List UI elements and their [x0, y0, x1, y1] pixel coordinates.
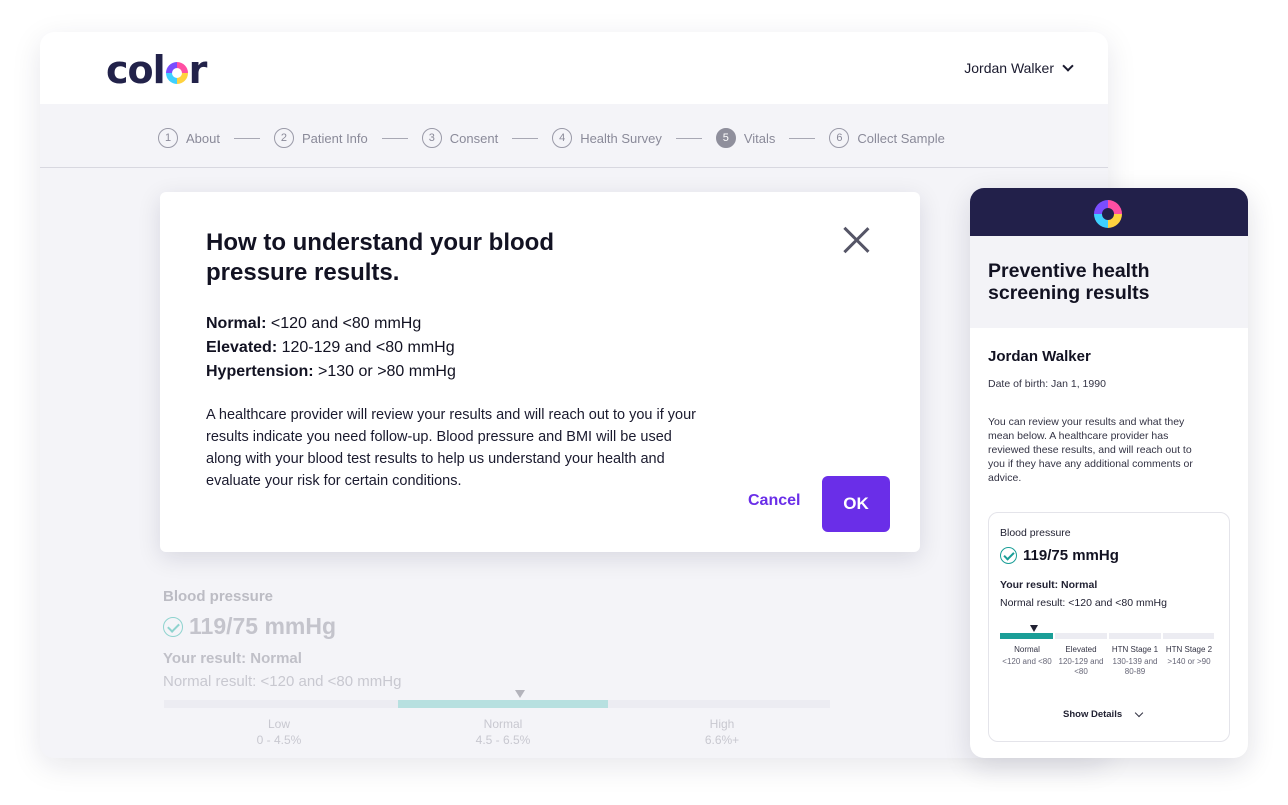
- range-hypertension: Hypertension: >130 or >80 mmHg: [206, 363, 456, 380]
- result-marker-icon: [515, 690, 525, 698]
- color-logo[interactable]: col r: [106, 48, 207, 92]
- step-vitals[interactable]: 5 Vitals: [715, 128, 776, 148]
- result-marker-icon: [1030, 625, 1038, 632]
- mobile-header: [970, 188, 1248, 236]
- step-label: Collect Sample: [857, 130, 945, 146]
- user-name: Jordan Walker: [964, 60, 1054, 76]
- mobile-title-section: Preventive health screening results: [970, 236, 1248, 328]
- results-intro: You can review your results and what the…: [988, 416, 1193, 484]
- card-label: Blood pressure: [1000, 527, 1071, 539]
- step-separator: [381, 137, 408, 139]
- category-htn-stage-2: HTN Stage 2 >140 or >90: [1165, 645, 1213, 666]
- range-fill-normal: [1000, 633, 1054, 639]
- patient-dob: Date of birth: Jan 1, 1990: [988, 378, 1106, 390]
- user-menu[interactable]: Jordan Walker: [964, 60, 1074, 76]
- bp-ranges: Normal: <120 and <80 mmHg Elevated: 120-…: [206, 312, 456, 384]
- info-modal: How to understand your blood pressure re…: [160, 192, 920, 552]
- step-number: 3: [421, 128, 442, 148]
- step-separator: [675, 137, 702, 139]
- step-separator: [512, 137, 539, 139]
- card-result-status: Your result: Normal: [1000, 579, 1098, 591]
- close-icon[interactable]: [842, 226, 870, 254]
- color-logo-icon[interactable]: [1094, 200, 1122, 228]
- bp-result-card: Blood pressure 119/75 mmHg Your result: …: [988, 512, 1230, 742]
- scale-normal: Normal 4.5 - 6.5%: [475, 717, 531, 747]
- result-value: 119/75 mmHg: [163, 613, 401, 640]
- step-label: Health Survey: [580, 130, 662, 146]
- step-number: 1: [158, 128, 178, 148]
- progress-stepper: 1 About 2 Patient Info 3 Consent 4 Healt…: [158, 128, 945, 148]
- range-tick: [1053, 633, 1055, 639]
- range-segment-normal: [398, 700, 608, 708]
- step-consent[interactable]: 3 Consent: [421, 128, 499, 148]
- step-label: Vitals: [743, 130, 776, 146]
- category-htn-stage-1: HTN Stage 1 130-139 and 80-89: [1111, 645, 1159, 676]
- scale-high: High 6.6%+: [704, 717, 740, 747]
- background-result: Blood pressure 119/75 mmHg Your result: …: [163, 588, 401, 690]
- check-circle-icon: [1000, 547, 1017, 564]
- logo-ring-icon: [165, 62, 188, 84]
- cancel-button[interactable]: Cancel: [748, 492, 800, 510]
- chevron-down-icon: [1134, 708, 1144, 717]
- card-normal-range: Normal result: <120 and <80 mmHg: [1000, 597, 1167, 609]
- step-label: Patient Info: [301, 130, 368, 146]
- stepper-divider: [40, 167, 1108, 168]
- step-label: Consent: [449, 130, 499, 146]
- mobile-title: Preventive health screening results: [988, 260, 1150, 304]
- step-patient-info[interactable]: 2 Patient Info: [273, 128, 368, 148]
- modal-description: A healthcare provider will review your r…: [206, 407, 697, 489]
- category-normal: Normal <120 and <80: [1002, 645, 1052, 666]
- range-bar: [164, 690, 830, 708]
- category-elevated: Elevated 120-129 and <80: [1058, 645, 1104, 676]
- result-label: Blood pressure: [163, 588, 274, 605]
- range-tick: [1107, 633, 1109, 639]
- step-number: 2: [273, 128, 294, 148]
- result-status: Your result: Normal: [163, 650, 302, 667]
- card-range-bar: [1000, 625, 1214, 639]
- result-normal-range: Normal result: <120 and <80 mmHg: [163, 673, 402, 690]
- range-elevated: Elevated: 120-129 and <80 mmHg: [206, 339, 455, 356]
- show-details-button[interactable]: Show Details: [1063, 708, 1144, 720]
- range-normal: Normal: <120 and <80 mmHg: [206, 315, 422, 332]
- patient-name: Jordan Walker: [988, 348, 1091, 365]
- top-bar: col r Jordan Walker: [40, 32, 1108, 104]
- range-tick: [1161, 633, 1163, 639]
- step-label: About: [186, 130, 220, 146]
- step-health-survey[interactable]: 4 Health Survey: [552, 128, 662, 148]
- step-number: 6: [829, 128, 850, 148]
- card-value: 119/75 mmHg: [1000, 547, 1119, 564]
- step-separator: [789, 137, 816, 139]
- modal-title: How to understand your blood pressure re…: [206, 229, 554, 286]
- step-about[interactable]: 1 About: [158, 128, 220, 148]
- mobile-results-view: Preventive health screening results Jord…: [970, 188, 1248, 758]
- ok-button[interactable]: OK: [822, 476, 890, 532]
- scale-low: Low 0 - 4.5%: [256, 717, 302, 747]
- check-circle-icon: [163, 616, 183, 637]
- step-separator: [233, 137, 260, 139]
- step-number: 4: [552, 128, 573, 148]
- chevron-down-icon: [1062, 60, 1074, 72]
- step-number: 5: [715, 128, 736, 148]
- step-collect-sample[interactable]: 6 Collect Sample: [829, 128, 945, 148]
